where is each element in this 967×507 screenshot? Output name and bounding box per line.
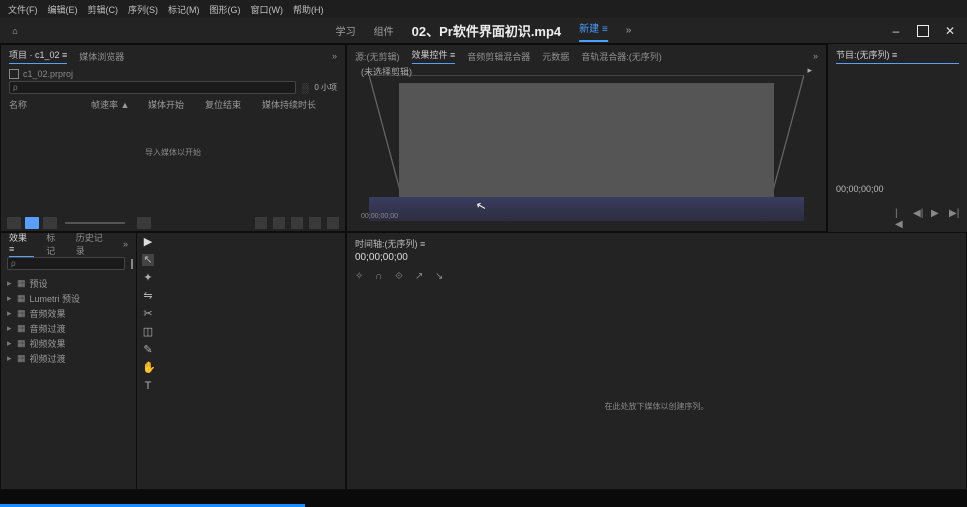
hand-tool-icon[interactable]: ✋ <box>142 362 154 374</box>
tab-media-browser[interactable]: 媒体浏览器 <box>79 50 124 63</box>
menu-edit[interactable]: 编辑(E) <box>48 3 78 16</box>
fx-badge-icon[interactable] <box>131 259 133 269</box>
panel-overflow-icon[interactable]: » <box>123 239 128 249</box>
app-menu-bar: 文件(F) 编辑(E) 剪辑(C) 序列(S) 标记(M) 图形(G) 窗口(W… <box>0 0 967 18</box>
tl-settings-icon[interactable]: ↗ <box>415 271 427 283</box>
effects-folder-presets[interactable]: ▸▦预设 <box>7 276 130 291</box>
effects-panel: 效果 ≡ 标记 历史记录 » ▸▦预设 ▸▦Lumetri 预设 ▸▦音频效果 … <box>1 233 137 489</box>
window-minimize[interactable]: – <box>889 24 903 38</box>
source-panel: 源:(无剪辑) 效果控件 ≡ 音频剪辑混合器 元数据 音轨混合器:(无序列) »… <box>346 44 827 232</box>
effects-search-input[interactable] <box>7 257 125 270</box>
project-action-icons <box>255 217 339 229</box>
razor-tool-icon[interactable]: ✂ <box>142 308 154 320</box>
viewer-3d-area <box>369 75 804 221</box>
tab-timeline[interactable]: 时间轴:(无序列) ≡ <box>355 237 425 250</box>
video-player-bar <box>0 490 967 507</box>
tab-audio-track-mixer[interactable]: 音轨混合器:(无序列) <box>581 50 662 63</box>
sort-icon[interactable] <box>137 217 151 229</box>
linked-selection-icon[interactable]: ∩ <box>375 271 387 283</box>
zoom-slider[interactable] <box>65 222 125 224</box>
trash-icon[interactable] <box>327 217 339 229</box>
tab-source[interactable]: 源:(无剪辑) <box>355 50 400 63</box>
panel-overflow-icon[interactable]: » <box>332 51 337 61</box>
workspace-overflow-icon[interactable]: » <box>626 25 632 36</box>
tab-effects[interactable]: 效果 ≡ <box>9 231 34 257</box>
menu-help[interactable]: 帮助(H) <box>293 3 324 16</box>
pen-tool-icon[interactable]: ✎ <box>142 344 154 356</box>
ripple-edit-tool-icon[interactable]: ⇋ <box>142 290 154 302</box>
workspace-tab-new[interactable]: 新建 ≡ <box>579 20 608 42</box>
menu-graphics[interactable]: 图形(G) <box>210 3 241 16</box>
snap-icon[interactable]: ✧ <box>355 271 367 283</box>
effects-folder-lumetri[interactable]: ▸▦Lumetri 预设 <box>7 291 130 306</box>
auto-sequence-icon[interactable] <box>255 217 267 229</box>
item-count: 0 小项 <box>314 82 337 93</box>
col-framerate[interactable]: 帧速率 ▲ <box>91 98 146 111</box>
new-item-icon[interactable] <box>309 217 321 229</box>
project-empty-hint: 导入媒体以开始 <box>9 147 337 158</box>
new-bin-icon[interactable] <box>291 217 303 229</box>
program-timecode: 00;00;00;00 <box>836 184 959 194</box>
icon-view-icon[interactable] <box>25 217 39 229</box>
window-title: 02、Pr软件界面初识.mp4 <box>412 21 562 40</box>
step-forward-icon[interactable]: ▶| <box>949 208 959 218</box>
timeline-empty-hint: 在此处放下媒体以创建序列。 <box>355 401 958 412</box>
play-icon[interactable]: ▶ <box>931 208 941 218</box>
col-media-start[interactable]: 媒体开始 <box>148 98 203 111</box>
effects-tree: ▸▦预设 ▸▦Lumetri 预设 ▸▦音频效果 ▸▦音频过渡 ▸▦视频效果 ▸… <box>1 274 136 368</box>
tab-metadata[interactable]: 元数据 <box>542 50 569 63</box>
tab-markers[interactable]: 标记 <box>46 231 64 257</box>
window-close[interactable]: ✕ <box>943 24 957 38</box>
project-file-row: c1_02.prproj <box>9 69 337 79</box>
menu-sequence[interactable]: 序列(S) <box>128 3 158 16</box>
menu-window[interactable]: 窗口(W) <box>251 3 284 16</box>
track-select-tool-icon[interactable]: ✦ <box>142 272 154 284</box>
menu-marker[interactable]: 标记(M) <box>168 3 200 16</box>
selection-tool-icon[interactable]: ↖ <box>142 254 154 266</box>
timeline-panel: 时间轴:(无序列) ≡ 00;00;00;00 ✧ ∩ ⟐ ↗ ↘ 在此处放下媒… <box>346 232 967 490</box>
panel-overflow-icon[interactable]: » <box>813 51 818 61</box>
step-back-icon[interactable]: ◀| <box>913 208 923 218</box>
effects-folder-video-fx[interactable]: ▸▦视频效果 <box>7 336 130 351</box>
list-view-icon[interactable] <box>7 217 21 229</box>
tools-panel: ▶ ↖ ✦ ⇋ ✂ ◫ ✎ ✋ T <box>137 233 159 489</box>
window-maximize[interactable] <box>917 25 929 37</box>
timeline-timecode[interactable]: 00;00;00;00 <box>355 252 958 263</box>
effects-folder-audio-trans[interactable]: ▸▦音频过渡 <box>7 321 130 336</box>
tab-program[interactable]: 节目:(无序列) ≡ <box>836 48 959 64</box>
source-timecode: 00;00;00;00 <box>361 213 398 220</box>
effects-folder-audio-fx[interactable]: ▸▦音频效果 <box>7 306 130 321</box>
home-icon[interactable]: ⌂ <box>0 26 30 36</box>
type-tool-icon[interactable]: T <box>142 380 154 392</box>
tab-audio-clip-mixer[interactable]: 音频剪辑混合器 <box>467 50 530 63</box>
view-mode-icons <box>7 217 151 229</box>
wrench-icon[interactable]: ↘ <box>435 271 447 283</box>
add-marker-icon[interactable]: ⟐ <box>395 271 407 283</box>
workspace-bar: ⌂ 学习 组件 02、Pr软件界面初识.mp4 新建 ≡ » – ✕ <box>0 18 967 44</box>
bin-icon[interactable]: ░ <box>302 83 308 93</box>
menu-file[interactable]: 文件(F) <box>8 3 38 16</box>
go-to-in-icon[interactable]: |◀ <box>895 208 905 218</box>
play-head-icon[interactable]: ▶ <box>142 236 154 248</box>
col-media-end[interactable]: 复位结束 <box>205 98 260 111</box>
tab-history[interactable]: 历史记录 <box>76 231 111 257</box>
tab-project[interactable]: 项目 · c1_02 ≡ <box>9 48 67 64</box>
tab-effect-controls[interactable]: 效果控件 ≡ <box>412 48 456 64</box>
project-icon <box>9 69 19 79</box>
freeform-view-icon[interactable] <box>43 217 57 229</box>
project-search-input[interactable] <box>9 81 296 94</box>
project-panel: 项目 · c1_02 ≡ 媒体浏览器 » c1_02.prproj ░ 0 小项… <box>0 44 346 232</box>
col-duration[interactable]: 媒体持续时长 <box>262 98 332 111</box>
col-name[interactable]: 名称 <box>9 98 89 111</box>
effects-folder-video-trans[interactable]: ▸▦视频过渡 <box>7 351 130 366</box>
workspace-tab-learn[interactable]: 学习 <box>336 23 356 38</box>
project-filename: c1_02.prproj <box>23 69 73 79</box>
program-panel: 节目:(无序列) ≡ 00;00;00;00 |◀ ◀| ▶ ▶| <box>827 44 967 232</box>
lower-left-area: 效果 ≡ 标记 历史记录 » ▸▦预设 ▸▦Lumetri 预设 ▸▦音频效果 … <box>0 232 346 490</box>
project-column-header: 名称 帧速率 ▲ 媒体开始 复位结束 媒体持续时长 <box>9 98 337 111</box>
menu-clip[interactable]: 剪辑(C) <box>88 3 119 16</box>
slip-tool-icon[interactable]: ◫ <box>142 326 154 338</box>
workspace-tab-component[interactable]: 组件 <box>374 23 394 38</box>
find-icon[interactable] <box>273 217 285 229</box>
